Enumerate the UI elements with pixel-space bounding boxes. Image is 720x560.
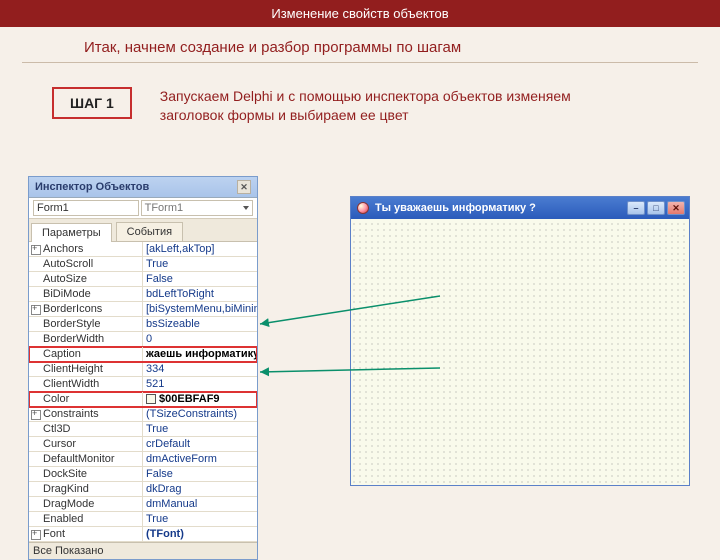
property-row[interactable]: Color$00EBFAF9	[29, 392, 257, 407]
object-inspector-window: Инспектор Объектов ✕ Form1 TForm1 Параме…	[28, 176, 258, 560]
slide-title: Изменение свойств объектов	[271, 6, 448, 21]
property-row[interactable]: DragKinddkDrag	[29, 482, 257, 497]
property-value[interactable]: 0	[143, 332, 257, 346]
inspector-tabs: Параметры События	[29, 219, 257, 242]
property-value[interactable]: (TFont)	[143, 527, 257, 541]
property-value[interactable]: 521	[143, 377, 257, 391]
property-name: AutoSize	[29, 272, 143, 286]
property-value[interactable]: 334	[143, 362, 257, 376]
window-buttons: – □ ✕	[627, 201, 685, 215]
property-name: BorderWidth	[29, 332, 143, 346]
property-name: AutoScroll	[29, 257, 143, 271]
property-grid[interactable]: Anchors[akLeft,akTop]AutoScrollTrueAutoS…	[29, 242, 257, 542]
property-name: ClientWidth	[29, 377, 143, 391]
property-row[interactable]: EnabledTrue	[29, 512, 257, 527]
property-row[interactable]: BiDiModebdLeftToRight	[29, 287, 257, 302]
object-type-dropdown[interactable]: TForm1	[141, 200, 253, 216]
property-row[interactable]: BorderWidth0	[29, 332, 257, 347]
property-name: ClientHeight	[29, 362, 143, 376]
form-title-text: Ты уважаешь информатику ?	[375, 202, 621, 214]
inspector-status: Все Показано	[29, 542, 257, 559]
property-row[interactable]: DockSiteFalse	[29, 467, 257, 482]
property-name: Constraints	[29, 407, 143, 421]
tab-properties[interactable]: Параметры	[31, 223, 112, 242]
tab-events[interactable]: События	[116, 222, 183, 241]
property-row[interactable]: Anchors[akLeft,akTop]	[29, 242, 257, 257]
property-row[interactable]: ClientWidth521	[29, 377, 257, 392]
property-value[interactable]: жаешь информатику ?	[143, 347, 257, 361]
step-text: Запускаем Delphi и с помощью инспектора …	[160, 87, 630, 125]
property-value[interactable]: False	[143, 272, 257, 286]
object-name[interactable]: Form1	[33, 200, 139, 216]
maximize-icon[interactable]: □	[647, 201, 665, 215]
property-row[interactable]: Constraints(TSizeConstraints)	[29, 407, 257, 422]
property-value[interactable]: (TSizeConstraints)	[143, 407, 257, 421]
property-row[interactable]: ClientHeight334	[29, 362, 257, 377]
property-value[interactable]: dmManual	[143, 497, 257, 511]
property-value[interactable]: dmActiveForm	[143, 452, 257, 466]
property-value[interactable]: bdLeftToRight	[143, 287, 257, 301]
object-type: TForm1	[145, 202, 184, 214]
property-value[interactable]: dkDrag	[143, 482, 257, 496]
inspector-title: Инспектор Объектов	[35, 181, 149, 193]
property-name: BorderStyle	[29, 317, 143, 331]
chevron-down-icon	[243, 206, 249, 210]
property-name: Caption	[29, 347, 143, 361]
property-name: Anchors	[29, 242, 143, 256]
property-value[interactable]: [akLeft,akTop]	[143, 242, 257, 256]
property-name: BorderIcons	[29, 302, 143, 316]
property-value[interactable]: True	[143, 257, 257, 271]
property-name: DragKind	[29, 482, 143, 496]
app-icon	[357, 202, 369, 214]
property-row[interactable]: CursorcrDefault	[29, 437, 257, 452]
property-row[interactable]: DragModedmManual	[29, 497, 257, 512]
slide-title-bar: Изменение свойств объектов	[0, 0, 720, 27]
property-name: BiDiMode	[29, 287, 143, 301]
property-name: Enabled	[29, 512, 143, 526]
property-value[interactable]: False	[143, 467, 257, 481]
property-row[interactable]: Ctl3DTrue	[29, 422, 257, 437]
property-name: Color	[29, 392, 143, 406]
property-name: Cursor	[29, 437, 143, 451]
property-row[interactable]: AutoScrollTrue	[29, 257, 257, 272]
minimize-icon[interactable]: –	[627, 201, 645, 215]
form-preview-window[interactable]: Ты уважаешь информатику ? – □ ✕	[350, 196, 690, 486]
property-row[interactable]: BorderIcons[biSystemMenu,biMinimize,bi	[29, 302, 257, 317]
property-row[interactable]: AutoSizeFalse	[29, 272, 257, 287]
inspector-titlebar[interactable]: Инспектор Объектов ✕	[29, 177, 257, 198]
property-value[interactable]: bsSizeable	[143, 317, 257, 331]
property-name: Ctl3D	[29, 422, 143, 436]
close-icon[interactable]: ✕	[237, 180, 251, 194]
step-badge: ШАГ 1	[52, 87, 132, 119]
close-icon[interactable]: ✕	[667, 201, 685, 215]
divider	[22, 62, 698, 63]
object-selector[interactable]: Form1 TForm1	[29, 198, 257, 219]
property-value[interactable]: $00EBFAF9	[143, 392, 257, 406]
property-value[interactable]: crDefault	[143, 437, 257, 451]
property-value[interactable]: True	[143, 512, 257, 526]
property-name: DefaultMonitor	[29, 452, 143, 466]
property-name: Font	[29, 527, 143, 541]
property-row[interactable]: DefaultMonitordmActiveForm	[29, 452, 257, 467]
property-name: DragMode	[29, 497, 143, 511]
property-value[interactable]: [biSystemMenu,biMinimize,bi	[143, 302, 257, 316]
form-titlebar[interactable]: Ты уважаешь информатику ? – □ ✕	[351, 197, 689, 219]
color-swatch	[146, 394, 156, 404]
step-row: ШАГ 1 Запускаем Delphi и с помощью инспе…	[52, 87, 720, 125]
property-name: DockSite	[29, 467, 143, 481]
property-value[interactable]: True	[143, 422, 257, 436]
property-row[interactable]: BorderStylebsSizeable	[29, 317, 257, 332]
property-row[interactable]: Captionжаешь информатику ?	[29, 347, 257, 362]
slide-subtitle: Итак, начнем создание и разбор программы…	[0, 27, 720, 62]
